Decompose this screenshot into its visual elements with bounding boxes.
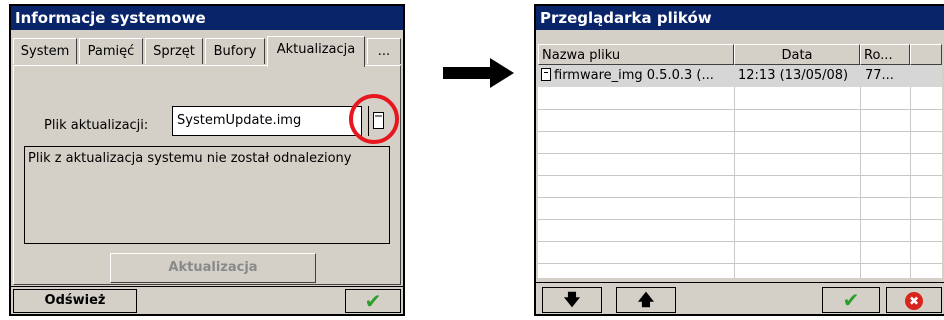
window-title: Informacje systemowe <box>11 6 403 30</box>
column-header-name[interactable]: Nazwa pliku <box>538 44 734 65</box>
ok-button[interactable]: ✔ <box>822 287 880 313</box>
system-info-window: Informacje systemowe System Pamięć Sprzę… <box>9 4 405 316</box>
file-size-cell: 77... <box>865 68 894 83</box>
grid-line <box>538 241 942 242</box>
cancel-button[interactable]: ✖ <box>886 287 942 313</box>
file-date-cell: 12:13 (13/05/08) <box>738 68 849 83</box>
status-message: Plik z aktualizacja systemu nie został o… <box>24 146 390 244</box>
tab-more[interactable]: ... <box>367 38 401 64</box>
grid-line <box>538 153 942 154</box>
down-arrow-icon: 🡇 <box>563 290 581 309</box>
update-tab-panel: Plik aktualizacji: SystemUpdate.img Plik… <box>13 65 401 285</box>
tab-update[interactable]: Aktualizacja <box>267 36 365 67</box>
file-icon <box>541 68 551 81</box>
arrow-right-icon <box>443 67 493 79</box>
update-file-label: Plik aktualizacji: <box>44 118 149 133</box>
highlight-circle <box>349 94 399 144</box>
table-row[interactable]: firmware_img 0.5.0.3 (... 12:13 (13/05/0… <box>538 65 942 87</box>
checkmark-icon: ✔ <box>364 289 382 313</box>
tab-hardware[interactable]: Sprzęt <box>145 38 203 64</box>
grid-line <box>538 131 942 132</box>
scroll-up-button[interactable]: 🡅 <box>616 287 676 313</box>
arrow-head-icon <box>490 58 514 88</box>
grid-line <box>538 197 942 198</box>
scroll-down-button[interactable]: 🡇 <box>542 287 602 313</box>
cancel-icon: ✖ <box>905 291 923 310</box>
file-list: Nazwa pliku Data Ro... firmware_img 0.5.… <box>538 44 942 278</box>
bottom-toolbar: Odśwież ✔ <box>11 286 403 315</box>
grid-line <box>860 65 861 278</box>
checkmark-icon: ✔ <box>842 288 860 312</box>
update-file-input[interactable]: SystemUpdate.img <box>172 106 362 136</box>
tab-buffers[interactable]: Bufory <box>205 38 265 64</box>
column-header-size[interactable]: Ro... <box>860 44 910 65</box>
file-browser-window: Przeglądarka plików Nazwa pliku Data Ro.… <box>534 4 944 316</box>
ok-button[interactable]: ✔ <box>345 289 401 313</box>
grid-line <box>538 219 942 220</box>
window-title: Przeglądarka plików <box>536 6 944 30</box>
tab-system[interactable]: System <box>13 38 77 64</box>
grid-line <box>538 175 942 176</box>
refresh-button[interactable]: Odśwież <box>13 289 137 313</box>
column-header-extra <box>910 44 942 65</box>
grid-line <box>734 65 735 278</box>
file-name-cell: firmware_img 0.5.0.3 (... <box>538 65 732 87</box>
bottom-toolbar: 🡇 🡅 ✔ ✖ <box>536 282 944 315</box>
tab-bar: System Pamięć Sprzęt Bufory Aktualizacja… <box>13 36 401 67</box>
update-button[interactable]: Aktualizacja <box>110 253 316 283</box>
grid-line <box>538 109 942 110</box>
up-arrow-icon: 🡅 <box>637 290 655 309</box>
grid-line <box>538 263 942 264</box>
column-header-date[interactable]: Data <box>734 44 860 65</box>
file-name: firmware_img 0.5.0.3 (... <box>554 68 714 83</box>
grid-line <box>910 65 911 278</box>
tab-memory[interactable]: Pamięć <box>79 38 143 64</box>
